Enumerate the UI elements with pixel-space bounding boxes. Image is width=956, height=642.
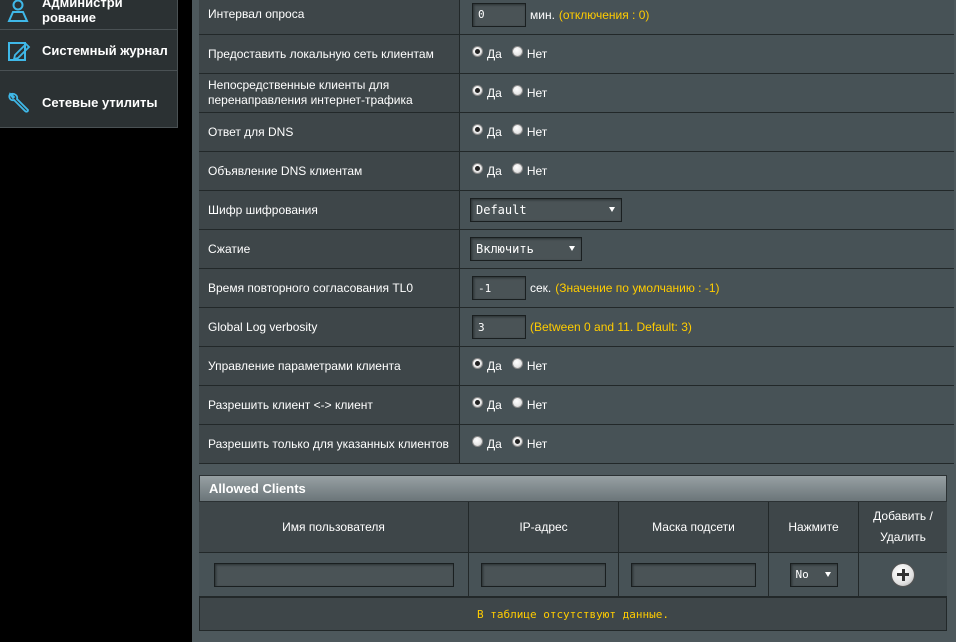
tls-reneg-hint: (Значение по умолчанию : -1) [555, 281, 720, 295]
sidebar-item-network-tools[interactable]: Сетевые утилиты [0, 82, 177, 122]
chevron-down-icon [824, 571, 831, 577]
chevron-down-icon [609, 207, 615, 212]
row-poll-interval: Интервал опроса мин. (отключения : 0) [199, 0, 954, 35]
client-params-no-radio[interactable] [511, 357, 523, 369]
dns-advertise-yes-radio[interactable] [472, 162, 483, 174]
chevron-down-icon [569, 246, 575, 251]
log-verbosity-hint: (Between 0 and 11. Default: 3) [530, 320, 692, 334]
dns-response-no-radio[interactable] [511, 123, 523, 135]
add-client-button[interactable] [891, 562, 915, 587]
column-header-push: Нажмите [769, 502, 859, 552]
column-header-ip: IP-адрес [469, 502, 619, 552]
radio-yes-label: Да [487, 47, 502, 61]
network-tools-icon [4, 88, 32, 116]
client-to-client-label: Разрешить клиент <-> клиент [199, 386, 460, 424]
client-params-label: Управление параметрами клиента [199, 347, 460, 385]
radio-no-label: Нет [526, 164, 548, 178]
radio-yes-label: Да [487, 86, 502, 100]
row-provide-lan: Предоставить локальную сеть клиентам Да … [199, 35, 954, 74]
radio-yes-label: Да [487, 125, 502, 139]
allowed-clients-header-row: Имя пользователя IP-адрес Маска подсети … [199, 502, 947, 553]
netmask-input[interactable] [631, 562, 756, 587]
dns-advertise-no-radio[interactable] [511, 162, 523, 174]
dns-response-yes-radio[interactable] [472, 123, 483, 135]
tls-reneg-unit: сек. [530, 281, 552, 295]
provide-lan-label: Предоставить локальную сеть клиентам [199, 35, 460, 73]
row-direct-clients: Непосредственные клиенты для перенаправл… [199, 74, 954, 113]
provide-lan-no-radio[interactable] [511, 45, 523, 57]
radio-no-label: Нет [526, 125, 548, 139]
dns-advertise-label: Объявление DNS клиентам [199, 152, 460, 190]
poll-interval-hint: (отключения : 0) [558, 7, 650, 22]
log-verbosity-input[interactable] [472, 315, 526, 339]
radio-no-label: Нет [526, 398, 548, 412]
column-header-username: Имя пользователя [199, 502, 469, 552]
radio-no-label: Нет [526, 359, 548, 373]
settings-table: Интервал опроса мин. (отключения : 0) Пр… [199, 0, 954, 464]
row-client-to-client: Разрешить клиент <-> клиент Да Нет [199, 386, 954, 425]
poll-interval-unit: мин. [530, 7, 555, 22]
allowed-clients-title: Allowed Clients [199, 475, 947, 502]
row-dns-advertise: Объявление DNS клиентам Да Нет [199, 152, 954, 191]
only-specified-label: Разрешить только для указанных клиентов [199, 425, 460, 463]
row-only-specified: Разрешить только для указанных клиентов … [199, 425, 954, 464]
direct-clients-yes-radio[interactable] [472, 84, 483, 96]
provide-lan-yes-radio[interactable] [472, 45, 483, 57]
allowed-clients-table: Имя пользователя IP-адрес Маска подсети … [199, 502, 947, 597]
page: Администри рование Системный журнал Сете… [0, 0, 956, 642]
column-header-netmask: Маска подсети [619, 502, 769, 552]
compression-select[interactable]: Включить [470, 237, 582, 261]
row-client-params: Управление параметрами клиента Да Нет [199, 347, 954, 386]
row-log-verbosity: Global Log verbosity (Between 0 and 11. … [199, 308, 954, 347]
compression-select-value: Включить [476, 242, 534, 256]
admin-person-icon [4, 0, 32, 24]
row-cipher: Шифр шифрования Default [199, 191, 954, 230]
client-to-client-no-radio[interactable] [511, 396, 523, 408]
radio-no-label: Нет [526, 47, 548, 61]
poll-interval-label: Интервал опроса [199, 0, 460, 34]
tls-reneg-input[interactable] [472, 276, 526, 300]
push-select-value: No [795, 568, 809, 581]
radio-yes-label: Да [487, 164, 502, 178]
sidebar-item-label: Администри рование [42, 0, 123, 25]
cipher-label: Шифр шифрования [199, 191, 460, 229]
sidebar-item-label: Сетевые утилиты [42, 94, 158, 110]
log-verbosity-label: Global Log verbosity [199, 308, 460, 346]
sidebar: Администри рование Системный журнал Сете… [0, 0, 178, 128]
only-specified-no-radio[interactable] [511, 435, 523, 447]
cipher-select[interactable]: Default [470, 198, 622, 222]
compression-label: Сжатие [199, 230, 460, 268]
poll-interval-input[interactable] [472, 2, 526, 27]
push-select[interactable]: No [789, 562, 838, 587]
row-dns-response: Ответ для DNS Да Нет [199, 113, 954, 152]
sidebar-item-system-log[interactable]: Системный журнал [0, 31, 177, 71]
column-header-add-remove: Добавить / Удалить [873, 509, 933, 544]
direct-clients-no-radio[interactable] [511, 84, 523, 96]
main-panel: Интервал опроса мин. (отключения : 0) Пр… [192, 0, 956, 642]
direct-clients-label: Непосредственные клиенты для перенаправл… [199, 74, 460, 112]
radio-yes-label: Да [487, 398, 502, 412]
allowed-clients-input-row: No [199, 553, 947, 597]
only-specified-yes-radio[interactable] [472, 435, 483, 447]
row-compression: Сжатие Включить [199, 230, 954, 269]
ip-address-input[interactable] [481, 562, 606, 587]
system-log-icon [4, 37, 32, 65]
sidebar-item-administration[interactable]: Администри рование [0, 0, 177, 30]
row-tls-reneg: Время повторного согласования TL0 сек. (… [199, 269, 954, 308]
client-params-yes-radio[interactable] [472, 357, 483, 369]
sidebar-item-label: Системный журнал [42, 43, 168, 58]
radio-yes-label: Да [487, 437, 502, 451]
cipher-select-value: Default [476, 203, 527, 217]
dns-response-label: Ответ для DNS [199, 113, 460, 151]
tls-reneg-label: Время повторного согласования TL0 [199, 269, 460, 307]
radio-no-label: Нет [526, 86, 548, 100]
username-input[interactable] [213, 562, 454, 587]
client-to-client-yes-radio[interactable] [472, 396, 483, 408]
empty-table-message: В таблице отсутствуют данные. [199, 597, 947, 631]
radio-yes-label: Да [487, 359, 502, 373]
radio-no-label: Нет [526, 437, 548, 451]
